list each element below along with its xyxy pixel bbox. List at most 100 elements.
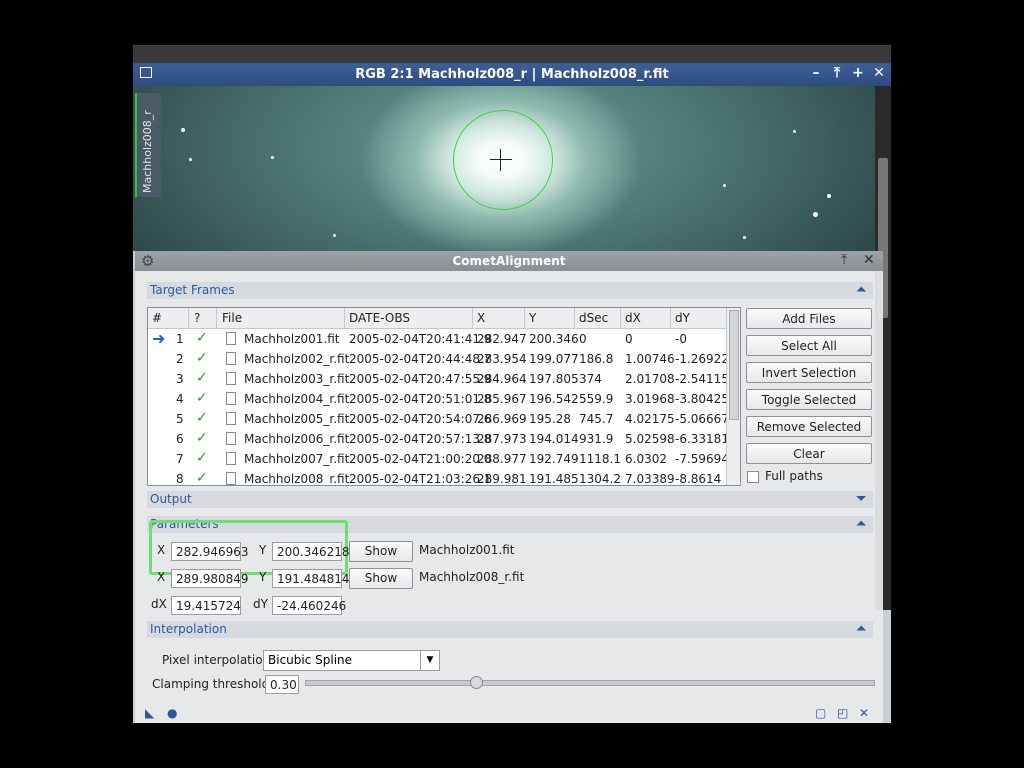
column-header[interactable]: # — [152, 311, 162, 325]
file-icon — [226, 352, 236, 365]
enabled-check-icon[interactable]: ✓ — [196, 330, 208, 346]
collapse-icon[interactable]: ⏶ — [856, 516, 866, 531]
toggle-selected-button[interactable]: Toggle Selected — [746, 389, 872, 410]
row-date: 2005-02-04T20:51:01.8 — [349, 392, 492, 406]
star — [189, 158, 192, 161]
enabled-check-icon[interactable]: ✓ — [196, 470, 208, 485]
column-header[interactable]: dSec — [579, 311, 608, 325]
apply-global-icon[interactable]: ● — [167, 706, 177, 720]
clamping-threshold-slider[interactable] — [305, 676, 875, 689]
file-icon — [226, 332, 236, 345]
row-date: 2005-02-04T20:41:41.9 — [349, 332, 492, 346]
row-dy: -5.06667 — [675, 412, 729, 426]
last-y-field[interactable]: 191.484814 — [272, 569, 350, 588]
row-file: Machholz008_r.fit — [244, 472, 350, 486]
add-files-button[interactable]: Add Files — [746, 308, 872, 329]
browse-documentation-icon[interactable]: ▢ — [815, 706, 826, 720]
slider-handle[interactable] — [470, 676, 484, 689]
table-row[interactable]: 3 ✓ Machholz003_r.fit 2005-02-04T20:47:55.9… — [148, 369, 729, 389]
show-first-button[interactable]: Show — [349, 541, 413, 562]
row-x: 285.967 — [477, 392, 527, 406]
row-dx: 3.01968 — [625, 392, 675, 406]
row-dy: -0 — [675, 332, 687, 346]
column-header[interactable]: Y — [529, 311, 536, 325]
pixel-interpolation-label: Pixel interpolation: — [162, 653, 275, 667]
first-y-field[interactable]: 200.346218 — [272, 542, 350, 561]
enabled-check-icon[interactable]: ✓ — [196, 390, 208, 406]
enabled-check-icon[interactable]: ✓ — [196, 410, 208, 426]
dy-field[interactable]: -24.460246 — [272, 596, 346, 615]
table-row[interactable]: 5 ✓ Machholz005_r.fit 2005-02-04T20:54:07.6… — [148, 409, 729, 429]
row-x: 289.981 — [477, 472, 527, 486]
show-last-button[interactable]: Show — [349, 568, 413, 589]
shade-icon[interactable]: ⤒ — [830, 65, 844, 81]
view-tab-label: Machholz008_r — [141, 110, 154, 193]
last-x-field[interactable]: 289.980849 — [171, 569, 249, 588]
file-icon — [226, 472, 236, 485]
table-scrollbar[interactable] — [726, 308, 740, 485]
row-dy: -3.80425 — [675, 392, 729, 406]
table-row[interactable]: 6 ✓ Machholz006_r.fit 2005-02-04T20:57:13.8… — [148, 429, 729, 449]
close-icon[interactable]: ✕ — [872, 65, 886, 81]
file-icon — [226, 372, 236, 385]
window-top-strip — [133, 45, 891, 63]
image-canvas[interactable] — [133, 86, 875, 251]
minimize-icon[interactable]: – — [809, 65, 823, 81]
full-paths-checkbox[interactable] — [747, 471, 759, 483]
section-target-frames[interactable]: Target Frames ⏶ — [147, 282, 873, 299]
column-header[interactable]: X — [477, 311, 485, 325]
window-titlebar[interactable]: RGB 2:1 Machholz008_r | Machholz008_r.fi… — [133, 63, 891, 86]
chevron-down-icon[interactable]: ▼ — [420, 651, 439, 670]
clamping-threshold-field[interactable]: 0.30 — [265, 675, 299, 694]
column-header[interactable]: ? — [194, 311, 200, 325]
new-instance-icon[interactable]: ◣ — [145, 706, 154, 720]
column-header[interactable]: File — [222, 311, 242, 325]
close-icon[interactable]: ✕ — [863, 252, 875, 268]
table-row[interactable]: 4 ✓ Machholz004_r.fit 2005-02-04T20:51:01.8… — [148, 389, 729, 409]
dialog-titlebar[interactable]: ⚙ CometAlignment ⤒ ✕ — [135, 251, 883, 271]
select-all-button[interactable]: Select All — [746, 335, 872, 356]
dx-field[interactable]: 19.415724 — [171, 596, 241, 615]
full-paths-label: Full paths — [765, 469, 823, 483]
first-x-field[interactable]: 282.946963 — [171, 542, 249, 561]
column-header[interactable]: DATE-OBS — [349, 311, 410, 325]
pixel-interpolation-select[interactable]: Bicubic Spline ▼ — [263, 650, 440, 671]
column-header[interactable]: dX — [625, 311, 641, 325]
row-x: 283.954 — [477, 352, 527, 366]
row-file: Machholz003_r.fit — [244, 372, 350, 386]
enabled-check-icon[interactable]: ✓ — [196, 370, 208, 386]
expand-icon[interactable]: ⏷ — [856, 491, 866, 506]
column-header[interactable]: dY — [675, 311, 690, 325]
shade-icon[interactable]: ⤒ — [841, 252, 847, 268]
table-row[interactable]: 2 ✓ Machholz002_r.fit 2005-02-04T20:44:48.7… — [148, 349, 729, 369]
dy-label: dY — [253, 597, 268, 611]
table-header: # ? File DATE-OBS X Y dSec dX dY — [148, 308, 726, 329]
enabled-check-icon[interactable]: ✓ — [196, 430, 208, 446]
row-y: 191.485 — [529, 472, 579, 486]
section-output[interactable]: Output ⏷ — [147, 491, 873, 508]
table-row[interactable]: 7 ✓ Machholz007_r.fit 2005-02-04T21:00:20.0… — [148, 449, 729, 469]
reset-icon[interactable]: ◰ — [837, 706, 848, 720]
preferences-icon[interactable]: ✕ — [859, 706, 869, 720]
x-label: X — [157, 543, 166, 557]
invert-selection-button[interactable]: Invert Selection — [746, 362, 872, 383]
row-dsec: 186.8 — [579, 352, 614, 366]
view-tab[interactable]: Machholz008_r — [135, 93, 161, 197]
collapse-icon[interactable]: ⏶ — [856, 621, 866, 636]
table-row[interactable]: ➜ 1 ✓ Machholz001.fit 2005-02-04T20:41:41.9 2… — [148, 329, 726, 349]
row-dy: -7.59694 — [675, 452, 729, 466]
table-row[interactable]: 8 ✓ Machholz008_r.fit 2005-02-04T21:03:26.1… — [148, 469, 726, 486]
enabled-check-icon[interactable]: ✓ — [196, 350, 208, 366]
row-dx: 7.03389 — [625, 472, 675, 486]
clear-button[interactable]: Clear — [746, 443, 872, 464]
target-frames-table[interactable]: # ? File DATE-OBS X Y dSec dX dY ➜ 1 ✓ Mach… — [147, 307, 741, 486]
row-date: 2005-02-04T21:00:20.0 — [349, 452, 492, 466]
star — [827, 194, 831, 198]
collapse-icon[interactable]: ⏶ — [856, 282, 866, 297]
enabled-check-icon[interactable]: ✓ — [196, 450, 208, 466]
remove-selected-button[interactable]: Remove Selected — [746, 416, 872, 437]
maximize-icon[interactable]: + — [851, 65, 865, 81]
row-dy: -8.8614 — [675, 472, 722, 486]
scrollbar-thumb[interactable] — [729, 310, 739, 420]
section-interpolation[interactable]: Interpolation ⏶ — [147, 621, 873, 638]
